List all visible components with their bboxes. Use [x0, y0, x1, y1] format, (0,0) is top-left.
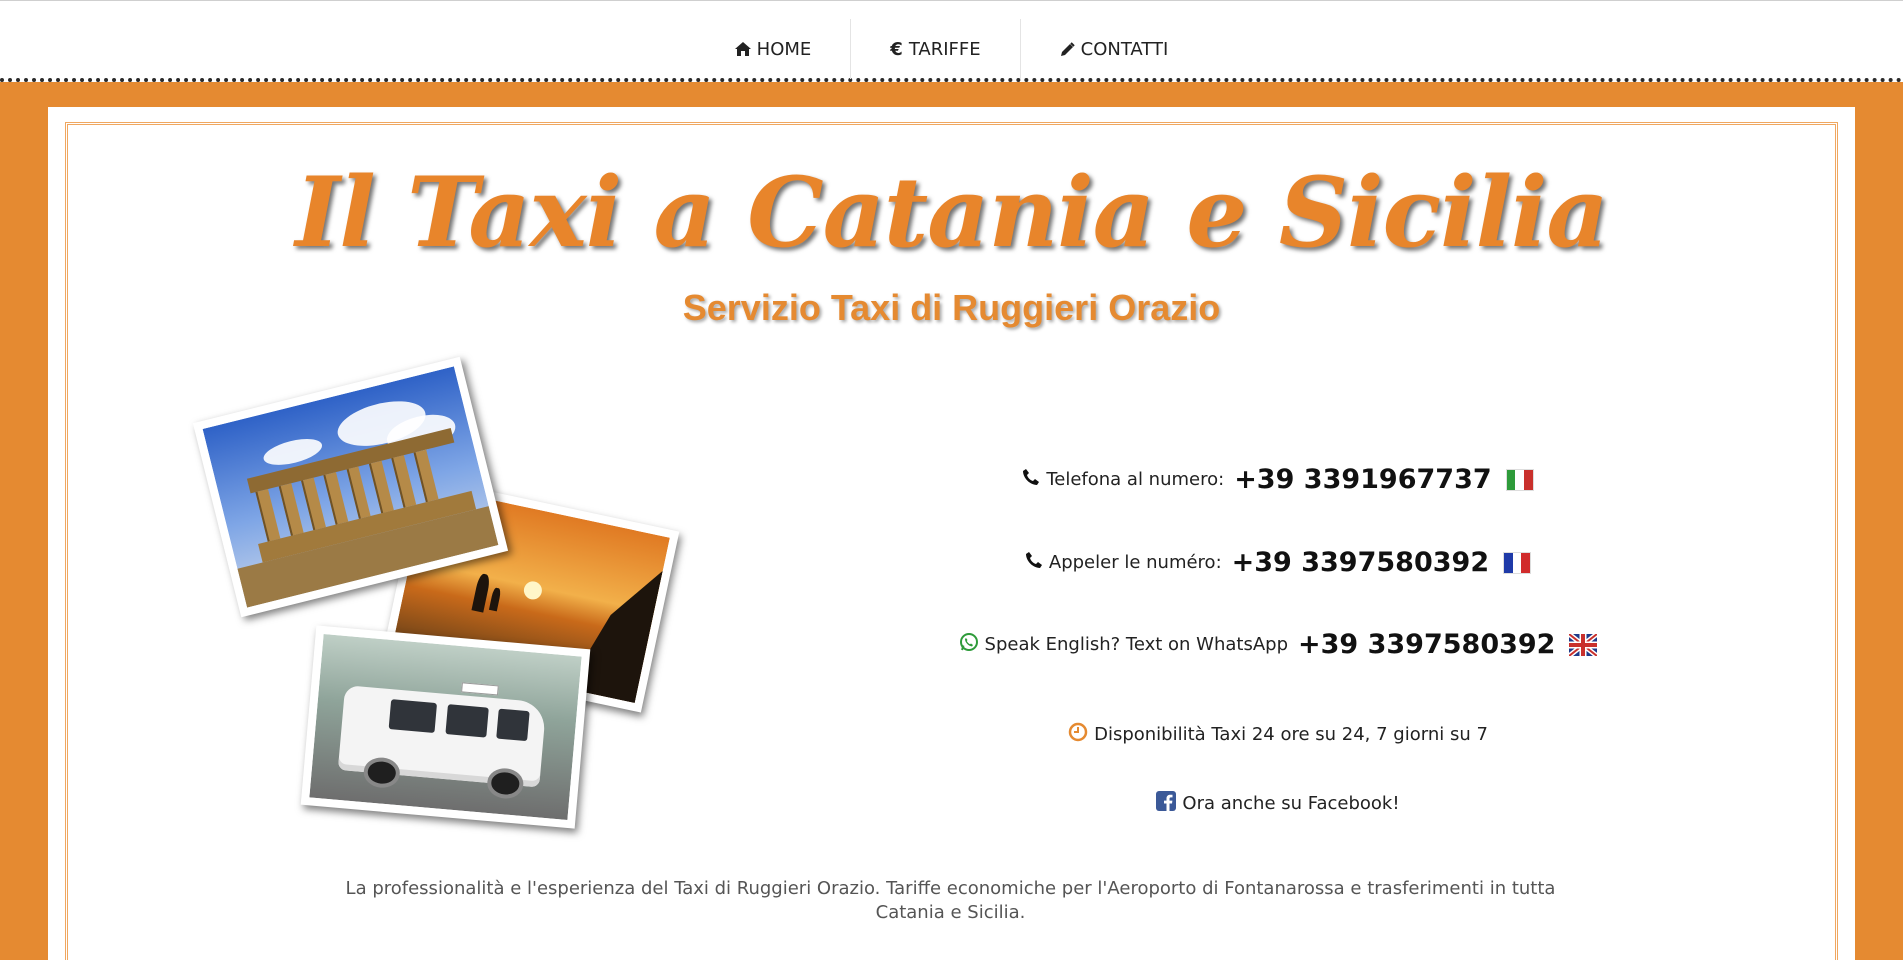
france-flag-icon [1503, 551, 1532, 574]
top-navbar: HOME € TARIFFE CONTATTI [0, 0, 1903, 82]
whatsapp-english-label: Speak English? Text on WhatsApp [984, 634, 1288, 655]
description-text: La professionalità e l'esperienza del Ta… [345, 878, 1556, 923]
facebook-label[interactable]: Ora anche su Facebook! [1182, 793, 1399, 814]
availability-label: Disponibilità Taxi 24 ore su 24, 7 giorn… [1094, 724, 1488, 745]
pencil-icon [1060, 41, 1075, 57]
content-card: Il Taxi a Catania e Sicilia Servizio Tax… [48, 107, 1855, 960]
whatsapp-english[interactable]: Speak English? Text on WhatsApp +39 3397… [678, 629, 1878, 660]
whatsapp-icon [959, 632, 979, 657]
italy-flag-icon [1505, 468, 1534, 491]
nav-home[interactable]: HOME [696, 19, 852, 79]
site-subtitle: Servizio Taxi di Ruggieri Orazio [682, 287, 1221, 328]
photo-collage [148, 347, 680, 829]
nav-tariffe[interactable]: € TARIFFE [851, 19, 1021, 79]
phone-italian-number[interactable]: +39 3391967737 [1234, 464, 1491, 495]
uk-flag-icon [1569, 633, 1598, 656]
phone-french-label: Appeler le numéro: [1048, 552, 1222, 573]
nav-tariffe-label: TARIFFE [908, 38, 981, 60]
home-icon [734, 42, 751, 56]
nav-home-label: HOME [756, 38, 812, 60]
facebook-link[interactable]: Ora anche su Facebook! [678, 791, 1878, 816]
phone-french-number[interactable]: +39 3397580392 [1232, 547, 1489, 578]
nav-contatti-label: CONTATTI [1080, 38, 1169, 60]
euro-icon: € [890, 38, 903, 60]
whatsapp-english-number[interactable]: +39 3397580392 [1298, 629, 1555, 660]
site-title: Il Taxi a Catania e Sicilia [295, 156, 1608, 269]
clock-icon [1068, 722, 1088, 747]
phone-french[interactable]: Appeler le numéro: +39 3397580392 [678, 547, 1878, 578]
nav-contatti[interactable]: CONTATTI [1021, 19, 1208, 79]
phone-icon [1025, 551, 1043, 574]
phone-italian[interactable]: Telefona al numero: +39 3391967737 [678, 464, 1878, 495]
main-nav: HOME € TARIFFE CONTATTI [0, 19, 1903, 79]
facebook-icon [1156, 791, 1177, 816]
phone-icon [1022, 468, 1040, 491]
phone-italian-label: Telefona al numero: [1046, 469, 1225, 490]
taxi-photo [300, 625, 591, 829]
availability: Disponibilità Taxi 24 ore su 24, 7 giorn… [678, 722, 1878, 747]
